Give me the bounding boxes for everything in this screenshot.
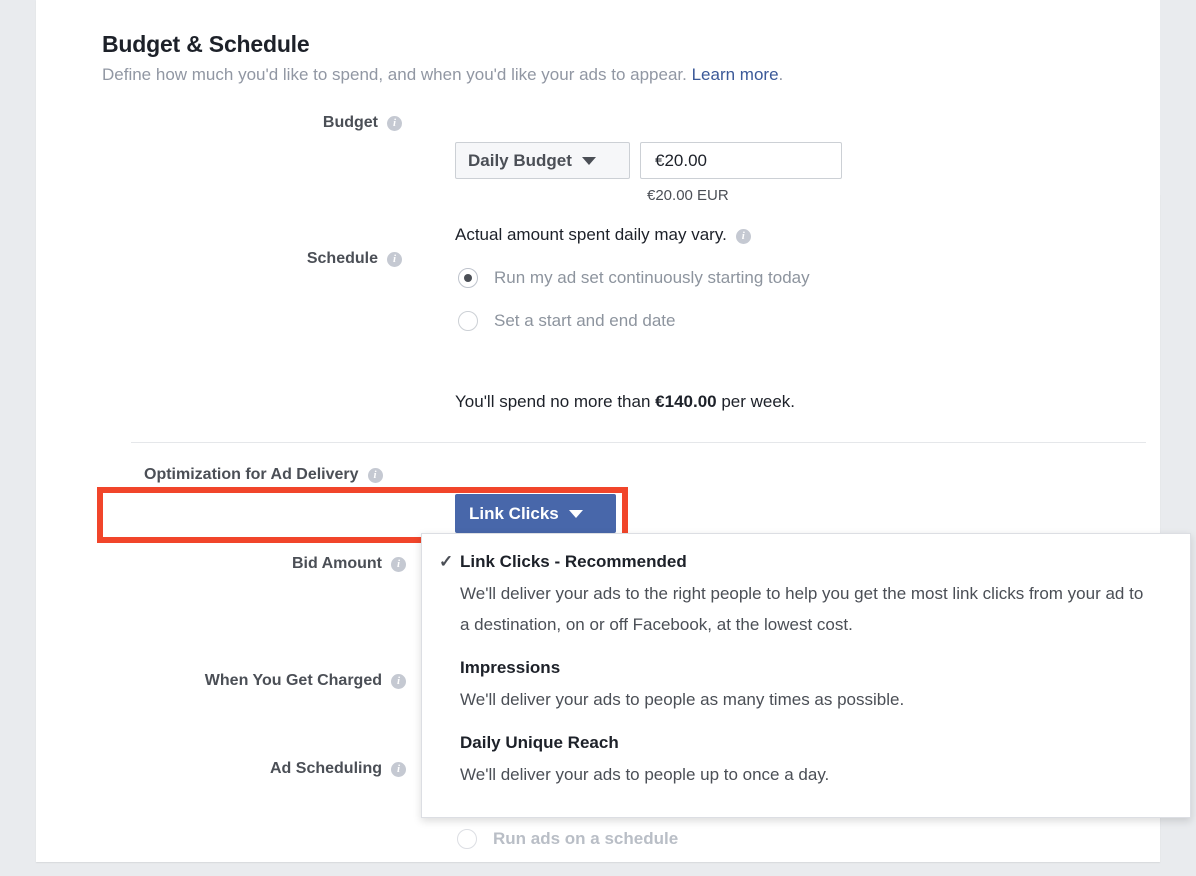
schedule-option-continuous[interactable]: Run my ad set continuously starting toda… [458,268,810,288]
dropdown-option-description: We'll deliver your ads to people up to o… [460,765,830,784]
optimization-dropdown-menu[interactable]: ✓ Link Clicks - Recommended We'll delive… [421,533,1191,818]
optimization-label: Optimization for Ad Delivery i [144,466,404,484]
info-icon[interactable]: i [391,674,406,689]
when-charged-label: When You Get Charged i [106,672,406,690]
info-icon[interactable]: i [391,557,406,572]
ad-scheduling-option-run-on-schedule[interactable]: Run ads on a schedule [457,829,678,849]
dropdown-option-title: Daily Unique Reach [460,733,619,752]
learn-more-link[interactable]: Learn more [692,65,779,84]
schedule-option-date-range[interactable]: Set a start and end date [458,311,675,331]
subtitle-period: . [778,65,784,84]
schedule-label: Schedule i [202,250,402,268]
spend-note-amount: €140.00 [655,392,717,411]
info-icon[interactable]: i [387,252,402,267]
radio-button[interactable] [458,268,478,288]
dropdown-option-daily-unique-reach[interactable]: Daily Unique Reach We'll deliver your ad… [422,733,1190,790]
ad-scheduling-label-text: Ad Scheduling [270,760,382,777]
page-title: Budget & Schedule [102,31,310,57]
info-icon[interactable]: i [367,468,383,483]
ad-scheduling-label: Ad Scheduling i [156,760,406,778]
dropdown-option-title: Impressions [460,658,561,677]
budget-label: Budget i [202,114,402,132]
bid-amount-label: Bid Amount i [156,555,406,573]
spend-note-suffix: per week. [716,392,796,411]
caret-down-icon [581,156,596,165]
info-icon[interactable]: i [387,116,402,131]
when-charged-label-text: When You Get Charged [204,672,382,689]
spend-note-prefix: You'll spend no more than [455,392,656,411]
schedule-option-label: Run my ad set continuously starting toda… [494,268,810,287]
info-icon[interactable]: i [391,762,406,777]
ad-scheduling-option-label: Run ads on a schedule [493,829,679,848]
budget-amount-input[interactable]: €20.00 [640,142,842,179]
budget-label-text: Budget [322,114,378,131]
radio-button[interactable] [458,311,478,331]
optimization-select[interactable]: Link Clicks [455,494,616,533]
schedule-label-text: Schedule [306,250,378,267]
budget-currency-note: €20.00 EUR [647,187,729,204]
subtitle-text: Define how much you'd like to spend, and… [102,65,692,84]
actual-amount-note: Actual amount spent daily may vary. i [455,225,751,245]
section-divider [131,442,1146,443]
check-icon: ✓ [439,552,454,571]
page-subtitle: Define how much you'd like to spend, and… [102,65,783,85]
optimization-label-text: Optimization for Ad Delivery [144,466,359,483]
weekly-spend-note: You'll spend no more than €140.00 per we… [455,392,795,412]
dropdown-option-description: We'll deliver your ads to the right peop… [460,584,1144,634]
radio-button[interactable] [457,829,477,849]
card-right-gutter [1160,0,1180,195]
caret-down-icon [568,509,583,518]
budget-amount-value: €20.00 [655,150,707,170]
schedule-option-label: Set a start and end date [494,311,676,330]
dropdown-option-impressions[interactable]: Impressions We'll deliver your ads to pe… [422,658,1190,715]
optimization-selected-value: Link Clicks [469,503,559,523]
budget-type-select[interactable]: Daily Budget [455,142,630,179]
dropdown-option-link-clicks[interactable]: ✓ Link Clicks - Recommended We'll delive… [422,552,1190,640]
actual-amount-text: Actual amount spent daily may vary. [455,225,727,244]
budget-type-value: Daily Budget [468,150,572,170]
dropdown-option-title: Link Clicks - Recommended [460,552,687,571]
info-icon[interactable]: i [735,229,751,244]
dropdown-option-description: We'll deliver your ads to people as many… [460,690,905,709]
bid-amount-label-text: Bid Amount [291,555,382,572]
